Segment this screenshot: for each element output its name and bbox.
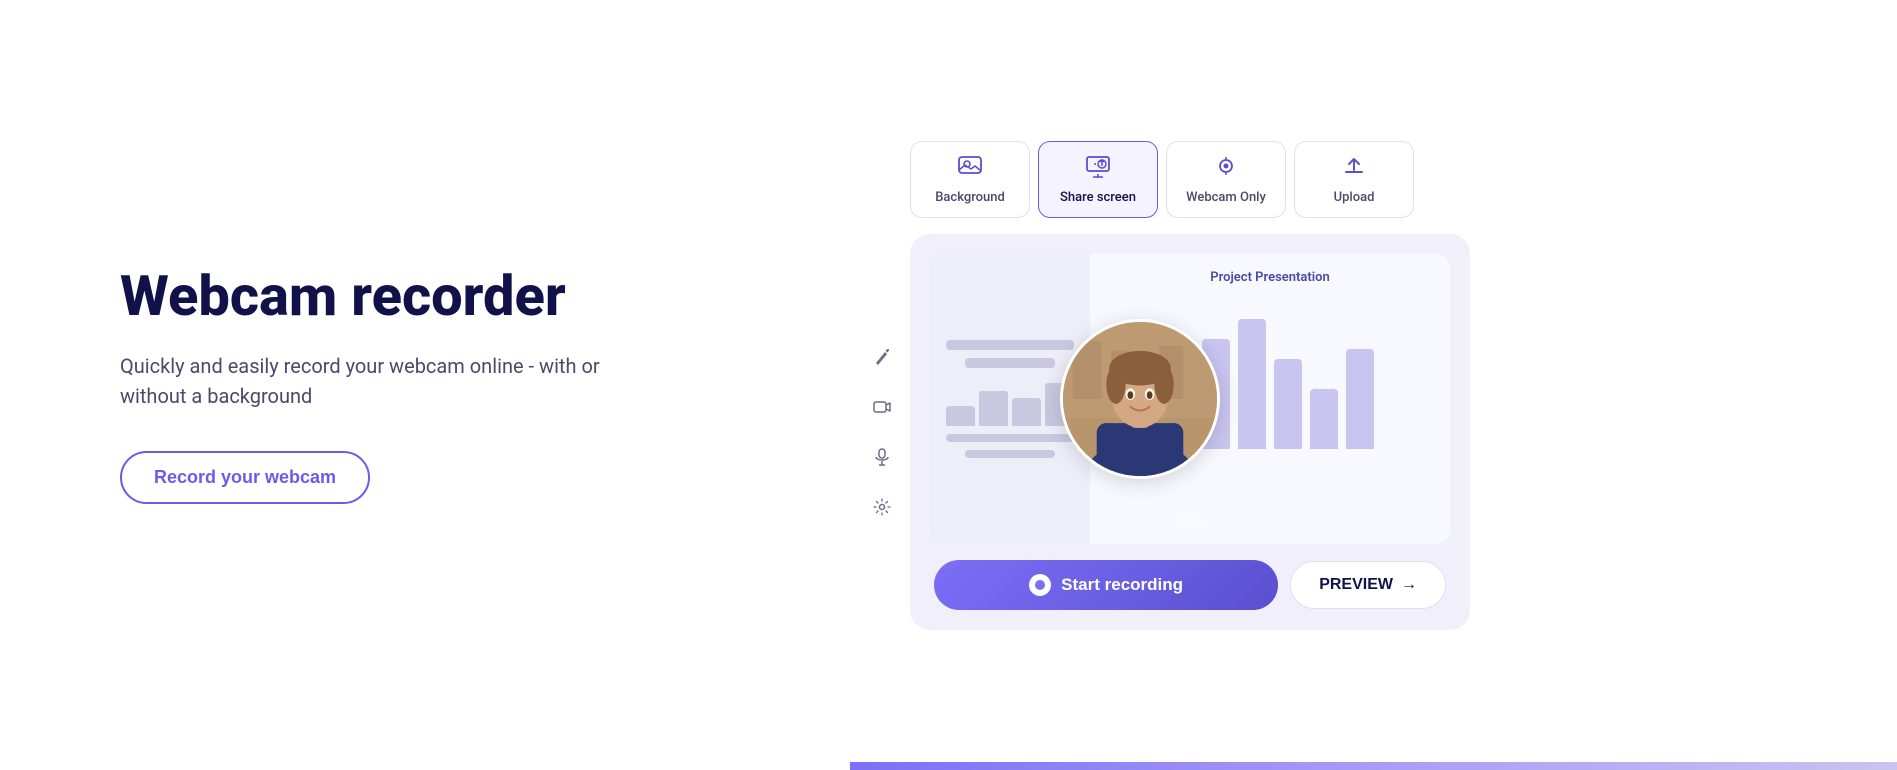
chart-title: Project Presentation [1110,270,1430,285]
tab-upload[interactable]: Upload [1294,141,1414,218]
arrow-right-icon: → [1401,576,1417,594]
doc-bar-chart [946,376,1074,426]
start-recording-label: Start recording [1061,575,1183,595]
right-panel: Background Share screen [850,0,1897,770]
bottom-accent-bar [850,762,1897,770]
tab-upload-label: Upload [1334,190,1375,205]
settings-button[interactable] [866,491,898,523]
tab-webcam-only[interactable]: Webcam Only [1166,141,1286,218]
record-dot [1029,574,1051,596]
recorder-sidebar [866,341,898,523]
doc-bar-1 [946,340,1074,350]
doc-bar-2 [965,358,1055,368]
video-button[interactable] [866,391,898,423]
recorder-area: Project Presentation [910,234,1470,630]
stock-watermark: Stock [1177,517,1202,528]
background-icon [957,154,983,184]
start-recording-button[interactable]: Start recording [934,560,1278,610]
tab-share-screen[interactable]: Share screen [1038,141,1158,218]
chart-bar [1238,319,1266,449]
page-container: Webcam recorder Quickly and easily recor… [0,0,1897,770]
hero-subtitle: Quickly and easily record your webcam on… [120,351,640,411]
recorder-preview: Project Presentation [930,254,1450,544]
mode-tabs: Background Share screen [910,141,1414,218]
webcam-overlay [1060,319,1220,479]
doc-bar-3 [946,434,1074,442]
tab-webcam-only-label: Webcam Only [1186,190,1266,205]
mic-button[interactable] [866,441,898,473]
doc-bar-4 [965,450,1055,458]
action-bar: Start recording PREVIEW → [930,560,1450,610]
chart-bar [1346,349,1374,449]
chart-bar [1310,389,1338,449]
chart-bar [1274,359,1302,449]
tab-share-screen-label: Share screen [1060,190,1136,205]
left-panel: Webcam recorder Quickly and easily recor… [0,0,850,770]
share-screen-icon [1085,154,1111,184]
magic-tool-button[interactable] [866,341,898,373]
tab-background[interactable]: Background [910,141,1030,218]
webcam-only-icon [1213,154,1239,184]
page-title: Webcam recorder [120,266,770,328]
upload-icon [1341,154,1367,184]
record-webcam-button[interactable]: Record your webcam [120,451,370,504]
preview-label: PREVIEW [1319,576,1393,594]
tab-background-label: Background [935,190,1005,205]
preview-content: Project Presentation [930,254,1450,544]
preview-button[interactable]: PREVIEW → [1290,561,1446,609]
